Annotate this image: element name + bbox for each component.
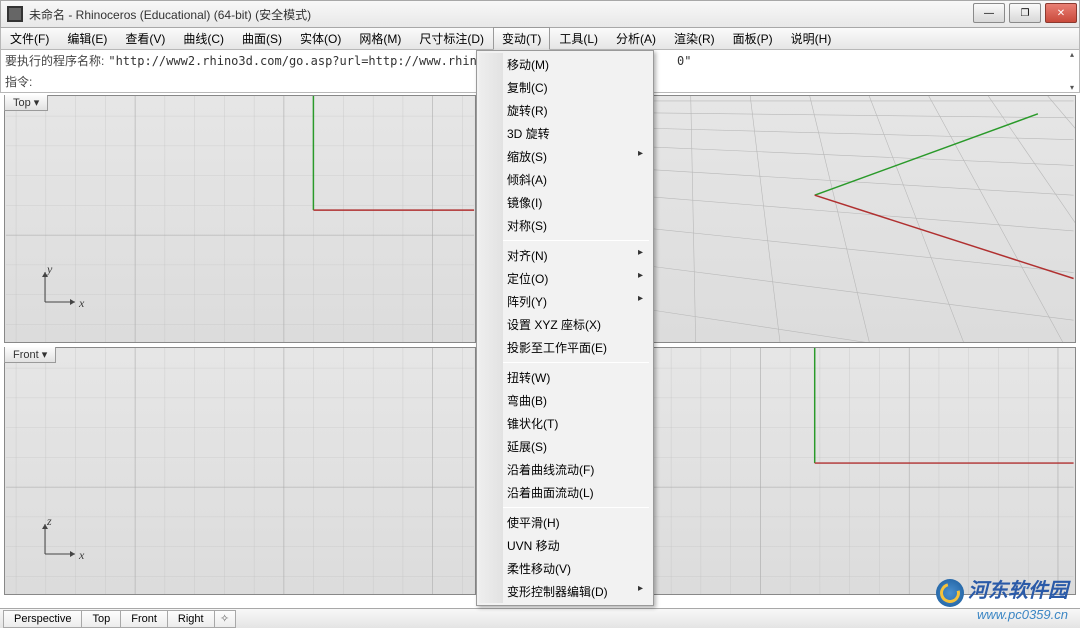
menu-option[interactable]: 沿着曲面流动(L) xyxy=(479,481,651,504)
app-icon xyxy=(7,6,23,22)
watermark: 河东软件园 www.pc0359.cn xyxy=(936,574,1068,622)
menu-option[interactable]: 投影至工作平面(E) xyxy=(479,336,651,359)
menu-item-2[interactable]: 查看(V) xyxy=(116,27,174,50)
menu-bar: 文件(F)编辑(E)查看(V)曲线(C)曲面(S)实体(O)网格(M)尺寸标注(… xyxy=(0,28,1080,50)
menu-option[interactable]: 阵列(Y) xyxy=(479,290,651,313)
transform-menu-dropdown: 移动(M)复制(C)旋转(R)3D 旋转缩放(S)倾斜(A)镜像(I)对称(S)… xyxy=(476,50,654,606)
menu-option[interactable]: 扭转(W) xyxy=(479,366,651,389)
close-button[interactable]: ✕ xyxy=(1045,3,1077,23)
viewport-tab-front[interactable]: Front xyxy=(120,610,168,628)
menu-option[interactable]: 缩放(S) xyxy=(479,145,651,168)
menu-option[interactable]: 设置 XYZ 座标(X) xyxy=(479,313,651,336)
menu-separator xyxy=(481,362,649,363)
menu-item-0[interactable]: 文件(F) xyxy=(1,27,58,50)
menu-option[interactable]: 复制(C) xyxy=(479,76,651,99)
menu-item-12[interactable]: 面板(P) xyxy=(724,27,782,50)
add-viewport-tab[interactable]: ✧ xyxy=(214,610,236,628)
title-bar: 未命名 - Rhinoceros (Educational) (64-bit) … xyxy=(0,0,1080,28)
menu-item-13[interactable]: 说明(H) xyxy=(782,27,841,50)
menu-option[interactable]: 沿着曲线流动(F) xyxy=(479,458,651,481)
viewport-top-label[interactable]: Top ▾ xyxy=(4,95,48,111)
minimize-button[interactable]: — xyxy=(973,3,1005,23)
menu-item-4[interactable]: 曲面(S) xyxy=(233,27,291,50)
command-scroll-controls[interactable]: ▴ ▾ xyxy=(1065,50,1079,92)
menu-option[interactable]: 定位(O) xyxy=(479,267,651,290)
menu-option[interactable]: 变形控制器编辑(D) xyxy=(479,580,651,603)
menu-option[interactable]: 延展(S) xyxy=(479,435,651,458)
menu-option[interactable]: 锥状化(T) xyxy=(479,412,651,435)
menu-option[interactable]: 对齐(N) xyxy=(479,244,651,267)
menu-separator xyxy=(481,240,649,241)
scroll-up-icon[interactable]: ▴ xyxy=(1065,50,1079,59)
menu-option[interactable]: 弯曲(B) xyxy=(479,389,651,412)
menu-item-9[interactable]: 工具(L) xyxy=(550,27,607,50)
menu-item-8[interactable]: 变动(T) xyxy=(493,27,550,50)
menu-option[interactable]: 倾斜(A) xyxy=(479,168,651,191)
menu-option[interactable]: 使平滑(H) xyxy=(479,511,651,534)
viewport-tabs: PerspectiveTopFrontRight ✧ xyxy=(0,608,1080,628)
menu-item-10[interactable]: 分析(A) xyxy=(607,27,665,50)
window-title: 未命名 - Rhinoceros (Educational) (64-bit) … xyxy=(29,6,971,23)
viewport-tab-perspective[interactable]: Perspective xyxy=(3,610,82,628)
menu-option[interactable]: 对称(S) xyxy=(479,214,651,237)
menu-separator xyxy=(481,507,649,508)
viewport-front[interactable]: x z xyxy=(4,347,476,595)
menu-item-11[interactable]: 渲染(R) xyxy=(665,27,724,50)
menu-option[interactable]: 移动(M) xyxy=(479,53,651,76)
viewport-top[interactable]: x y xyxy=(4,95,476,343)
menu-option[interactable]: UVN 移动 xyxy=(479,534,651,557)
scroll-down-icon[interactable]: ▾ xyxy=(1065,83,1079,92)
menu-item-7[interactable]: 尺寸标注(D) xyxy=(410,27,493,50)
menu-item-1[interactable]: 编辑(E) xyxy=(58,27,116,50)
menu-option[interactable]: 旋转(R) xyxy=(479,99,651,122)
menu-option[interactable]: 柔性移动(V) xyxy=(479,557,651,580)
viewport-front-label[interactable]: Front ▾ xyxy=(4,347,56,363)
menu-item-3[interactable]: 曲线(C) xyxy=(174,27,233,50)
viewport-tab-right[interactable]: Right xyxy=(167,610,215,628)
watermark-icon xyxy=(936,579,964,607)
viewport-tab-top[interactable]: Top xyxy=(81,610,121,628)
menu-option[interactable]: 镜像(I) xyxy=(479,191,651,214)
menu-item-6[interactable]: 网格(M) xyxy=(350,27,410,50)
menu-item-5[interactable]: 实体(O) xyxy=(291,27,350,50)
maximize-button[interactable]: ❐ xyxy=(1009,3,1041,23)
window-controls: — ❐ ✕ xyxy=(971,1,1079,27)
menu-option[interactable]: 3D 旋转 xyxy=(479,122,651,145)
